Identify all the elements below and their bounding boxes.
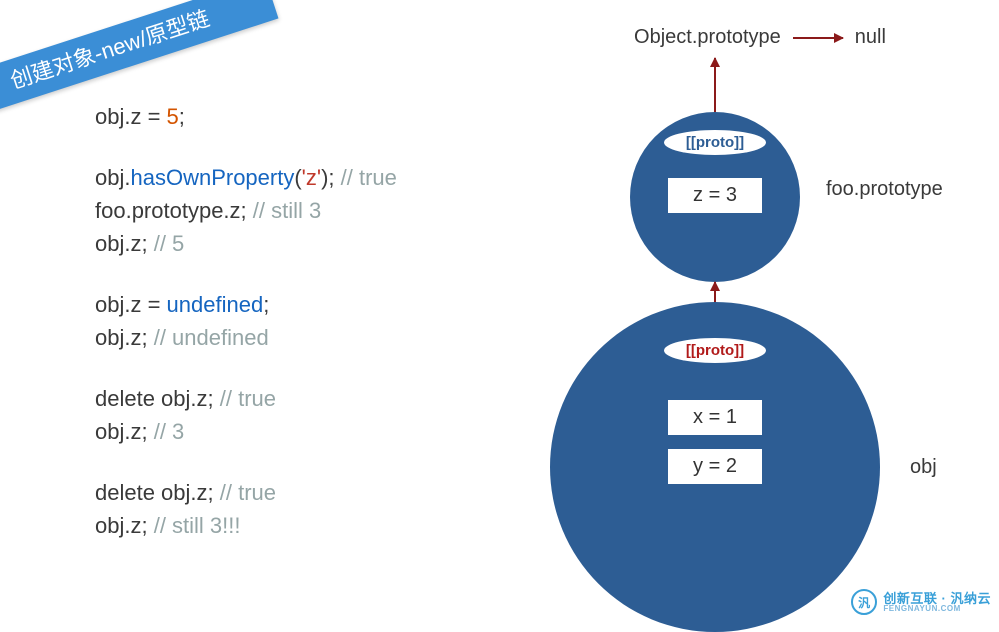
proto-slot: [[proto]]: [664, 338, 766, 363]
property-box: x = 1: [667, 399, 763, 436]
diagram-top-row: Object.prototype null: [540, 26, 980, 49]
code-line: delete obj.z; // true: [95, 476, 475, 509]
property-box: z = 3: [667, 177, 763, 214]
code-line: obj.z = 5;: [95, 100, 475, 133]
code-line: obj.z; // 5: [95, 227, 475, 260]
prototype-chain-diagram: Object.prototype null [[proto]] z = 3 fo…: [540, 20, 980, 620]
label-null: null: [855, 26, 886, 49]
code-line: obj.hasOwnProperty('z'); // true: [95, 161, 475, 194]
code-line: obj.z; // still 3!!!: [95, 509, 475, 542]
code-line: obj.z; // 3: [95, 415, 475, 448]
proto-slot: [[proto]]: [664, 130, 766, 155]
obj-object: [[proto]] x = 1 y = 2: [550, 302, 880, 632]
label-obj: obj: [910, 456, 937, 479]
arrow-right-icon: [793, 37, 843, 39]
property-box: y = 2: [667, 448, 763, 485]
label-object-prototype: Object.prototype: [634, 26, 781, 49]
code-line: obj.z; // undefined: [95, 321, 475, 354]
code-block: obj.z = 5; obj.hasOwnProperty('z'); // t…: [95, 100, 475, 542]
watermark: 汎 创新互联 · 汎纳云 FENGNAYUN.COM: [851, 589, 991, 615]
watermark-icon: 汎: [851, 589, 877, 615]
label-foo-prototype: foo.prototype: [826, 178, 943, 201]
code-line: delete obj.z; // true: [95, 382, 475, 415]
arrow-up-icon: [714, 58, 716, 112]
foo-prototype-object: [[proto]] z = 3: [630, 112, 800, 282]
code-line: obj.z = undefined;: [95, 288, 475, 321]
code-line: foo.prototype.z; // still 3: [95, 194, 475, 227]
